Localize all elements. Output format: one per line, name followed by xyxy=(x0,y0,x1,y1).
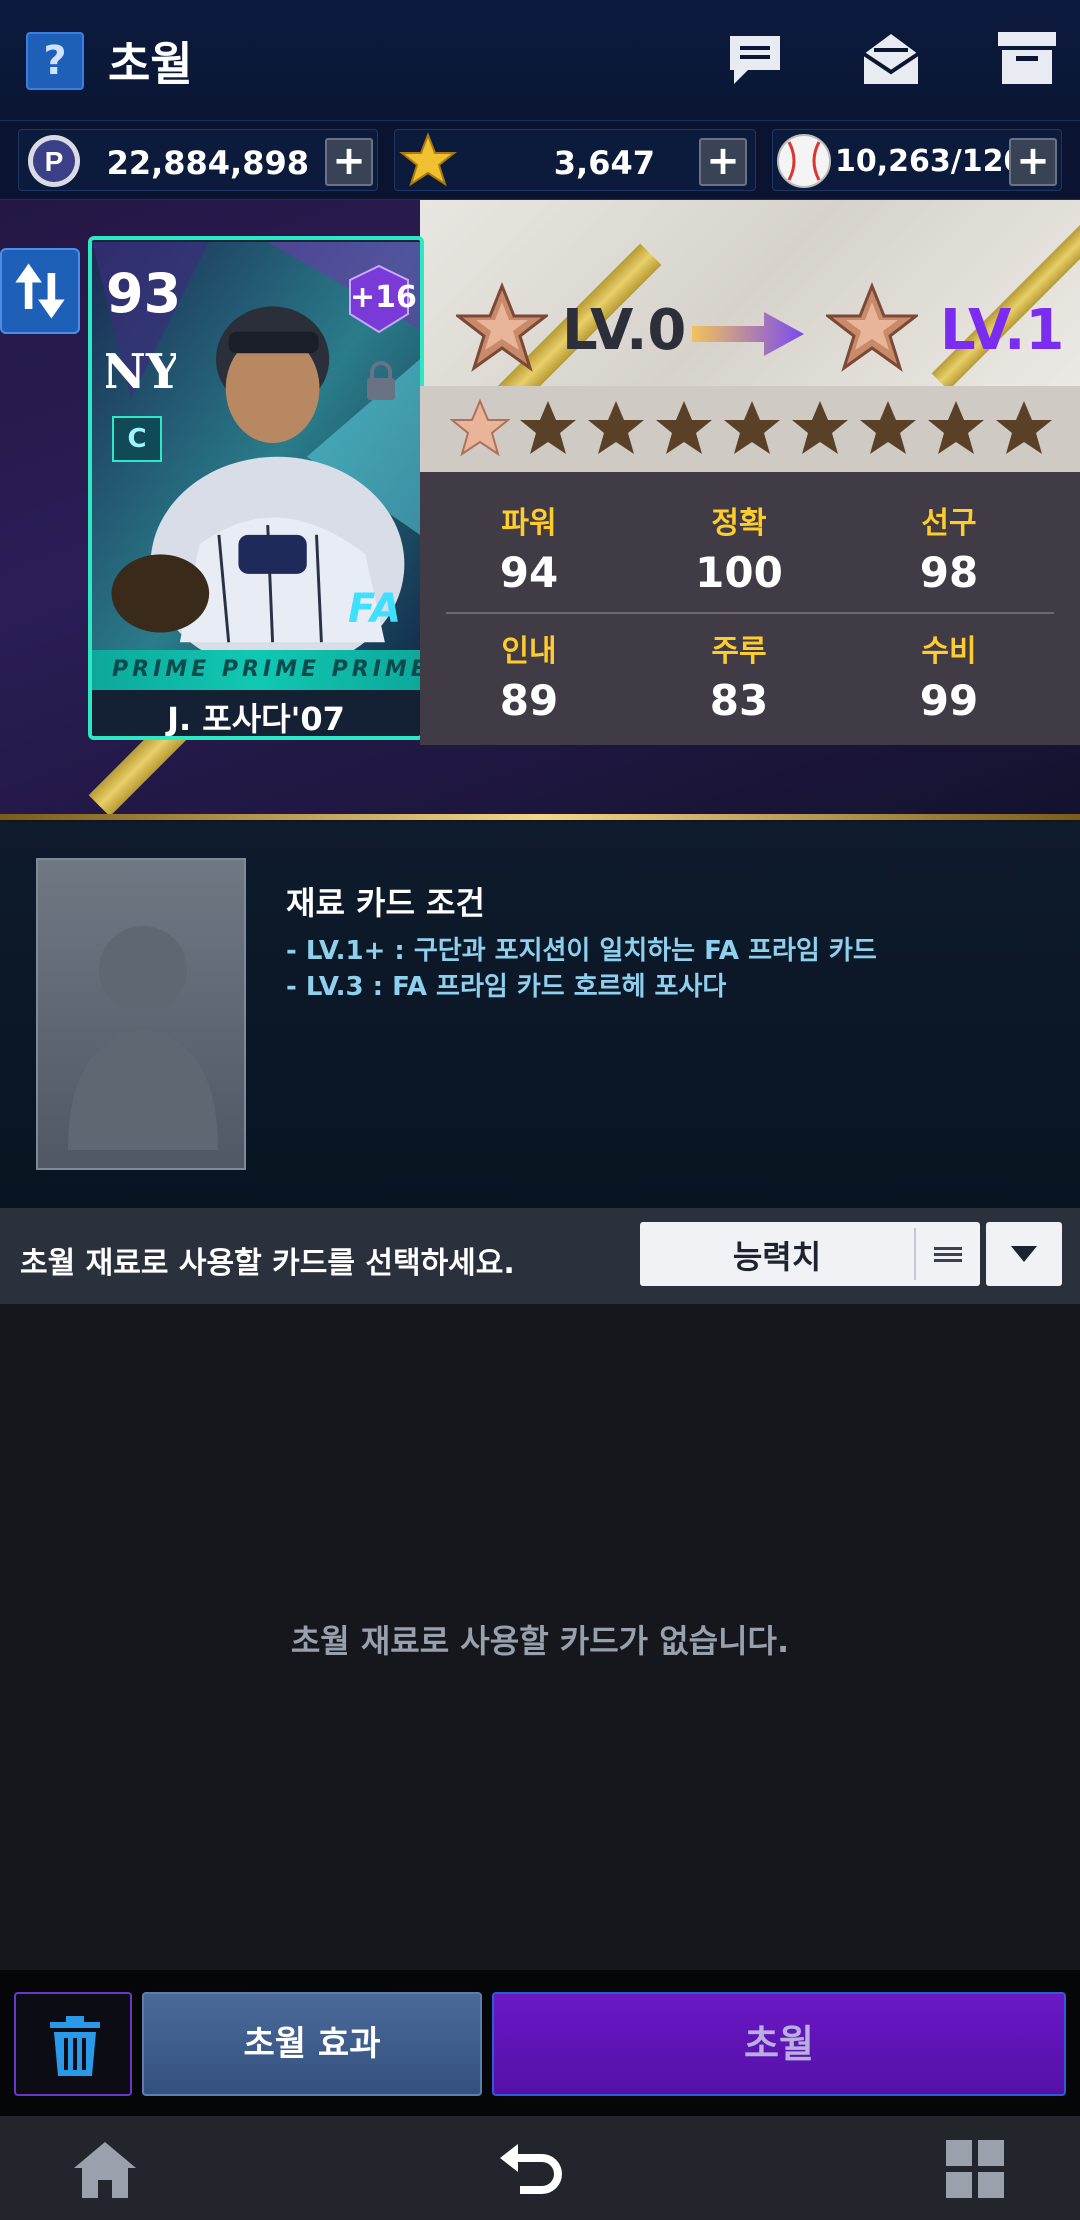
mail-icon[interactable] xyxy=(858,26,924,92)
chevron-down-icon xyxy=(1011,1246,1037,1262)
header-bar: ? 초월 xyxy=(0,0,1080,120)
stat-label: 파워 xyxy=(501,506,557,541)
stat-patience: 인내 89 xyxy=(454,626,604,725)
chat-icon[interactable] xyxy=(722,26,788,92)
empty-message: 초월 재료로 사용할 카드가 없습니다. xyxy=(290,1622,790,1660)
baseball-value: 10,263/120 xyxy=(835,144,1025,179)
page-title: 초월 xyxy=(108,37,193,91)
stat-value: 100 xyxy=(695,548,783,597)
add-points-button[interactable]: + xyxy=(325,138,373,186)
transcend-button[interactable]: 초월 xyxy=(492,1992,1066,2096)
sort-order-icon[interactable] xyxy=(930,1242,966,1266)
player-stats: 파워 94 정확 100 선구 98 인내 89 주루 83 수비 99 xyxy=(420,472,1080,745)
bottom-navigation xyxy=(0,2116,1080,2220)
stat-value: 98 xyxy=(919,548,979,597)
card-fa-badge: FA xyxy=(348,586,402,632)
currency-bar: P 22,884,898 + 3,647 + 10,263/120 + xyxy=(0,120,1080,200)
sort-separator xyxy=(914,1228,916,1280)
gold-star-icon xyxy=(399,132,457,190)
stat-value: 94 xyxy=(499,548,559,597)
stat-value: 83 xyxy=(709,676,769,725)
trash-icon xyxy=(50,2016,100,2076)
card-prime-band: PRIME PRIME PRIME xyxy=(92,650,420,690)
level-star-from-icon xyxy=(453,281,551,374)
stars-value: 3,647 xyxy=(553,144,655,182)
swap-card-button[interactable] xyxy=(0,248,80,334)
transcend-effect-button[interactable]: 초월 효과 xyxy=(142,1992,482,2096)
material-requirement-panel: 재료 카드 조건 - LV.1+ : 구단과 포지션이 일치하는 FA 프라임 … xyxy=(0,822,1080,1208)
material-card-slot[interactable] xyxy=(36,858,246,1170)
stat-value: 99 xyxy=(919,676,979,725)
sort-select[interactable]: 능력치 xyxy=(640,1222,980,1286)
star-empty-icon xyxy=(996,401,1052,454)
star-empty-icon xyxy=(860,401,916,454)
stat-label: 정확 xyxy=(711,506,767,541)
material-select-bar: 초월 재료로 사용할 카드를 선택하세요. 능력치 xyxy=(0,1208,1080,1304)
help-button[interactable]: ? xyxy=(26,32,84,90)
stat-label: 수비 xyxy=(921,634,977,669)
star-empty-icon xyxy=(724,401,780,454)
home-icon[interactable] xyxy=(70,2138,140,2200)
stat-power: 파워 94 xyxy=(454,498,604,597)
star-empty-icon xyxy=(588,401,644,454)
team-logo-icon: NY xyxy=(106,344,176,400)
stat-defense: 수비 99 xyxy=(874,626,1024,725)
menu-grid-icon[interactable] xyxy=(940,2138,1010,2200)
star-empty-icon xyxy=(928,401,984,454)
level-to: LV.1 xyxy=(940,298,1065,363)
sort-label: 능력치 xyxy=(732,1238,822,1276)
stat-label: 주루 xyxy=(711,634,767,669)
transcend-stars-row xyxy=(420,386,1080,472)
material-title: 재료 카드 조건 xyxy=(286,884,485,922)
add-baseball-button[interactable]: + xyxy=(1009,138,1057,186)
star-empty-icon xyxy=(520,401,576,454)
card-player-name: J. 포사다'07 xyxy=(167,700,345,738)
level-arrow-icon xyxy=(688,308,808,360)
select-prompt: 초월 재료로 사용할 카드를 선택하세요. xyxy=(20,1246,515,1281)
points-value: 22,884,898 xyxy=(106,144,309,182)
delete-button[interactable] xyxy=(14,1992,132,2096)
stat-value: 89 xyxy=(499,676,559,725)
action-bar: 초월 효과 초월 xyxy=(0,1970,1080,2116)
gold-divider xyxy=(0,814,1080,820)
stat-eye: 선구 98 xyxy=(874,498,1024,597)
star-filled-icon xyxy=(450,398,510,457)
level-star-to-icon xyxy=(823,281,921,374)
card-upgrade-level: +16 xyxy=(350,280,417,315)
level-from: LV.0 xyxy=(562,298,687,363)
material-condition: - LV.1+ : 구단과 포지션이 일치하는 FA 프라임 카드 xyxy=(286,936,877,966)
player-card[interactable]: 93 NY C +16 FA PRIME PRIME PRIME J. 포사다'… xyxy=(88,236,424,740)
svg-text:NY: NY xyxy=(106,344,176,400)
add-stars-button[interactable]: + xyxy=(699,138,747,186)
stat-label: 선구 xyxy=(921,506,977,541)
stat-running: 주루 83 xyxy=(664,626,814,725)
transcend-hero: 93 NY C +16 FA PRIME PRIME PRIME J. 포사다'… xyxy=(0,200,1080,820)
lock-icon xyxy=(367,361,395,400)
player-silhouette-icon xyxy=(68,926,218,1150)
card-ovr: 93 xyxy=(106,262,182,325)
star-empty-icon xyxy=(656,401,712,454)
sort-dropdown-button[interactable] xyxy=(986,1222,1062,1286)
currency-stars: 3,647 + xyxy=(394,129,756,191)
back-icon[interactable] xyxy=(496,2138,566,2200)
p-point-icon: P xyxy=(25,132,83,190)
card-position: C xyxy=(112,416,162,462)
stat-accuracy: 정확 100 xyxy=(664,498,814,597)
stat-label: 인내 xyxy=(501,634,557,669)
card-prime-text: PRIME PRIME PRIME xyxy=(112,657,420,682)
star-empty-icon xyxy=(792,401,848,454)
currency-baseball: 10,263/120 + xyxy=(772,129,1062,191)
material-condition: - LV.3 : FA 프라임 카드 호르헤 포사다 xyxy=(286,972,727,1002)
baseball-icon xyxy=(775,132,833,190)
stats-divider xyxy=(446,612,1054,614)
currency-points: P 22,884,898 + xyxy=(18,129,378,191)
material-card-list: 초월 재료로 사용할 카드가 없습니다. xyxy=(0,1304,1080,1970)
storage-box-icon[interactable] xyxy=(994,26,1060,92)
svg-text:P: P xyxy=(45,146,64,177)
